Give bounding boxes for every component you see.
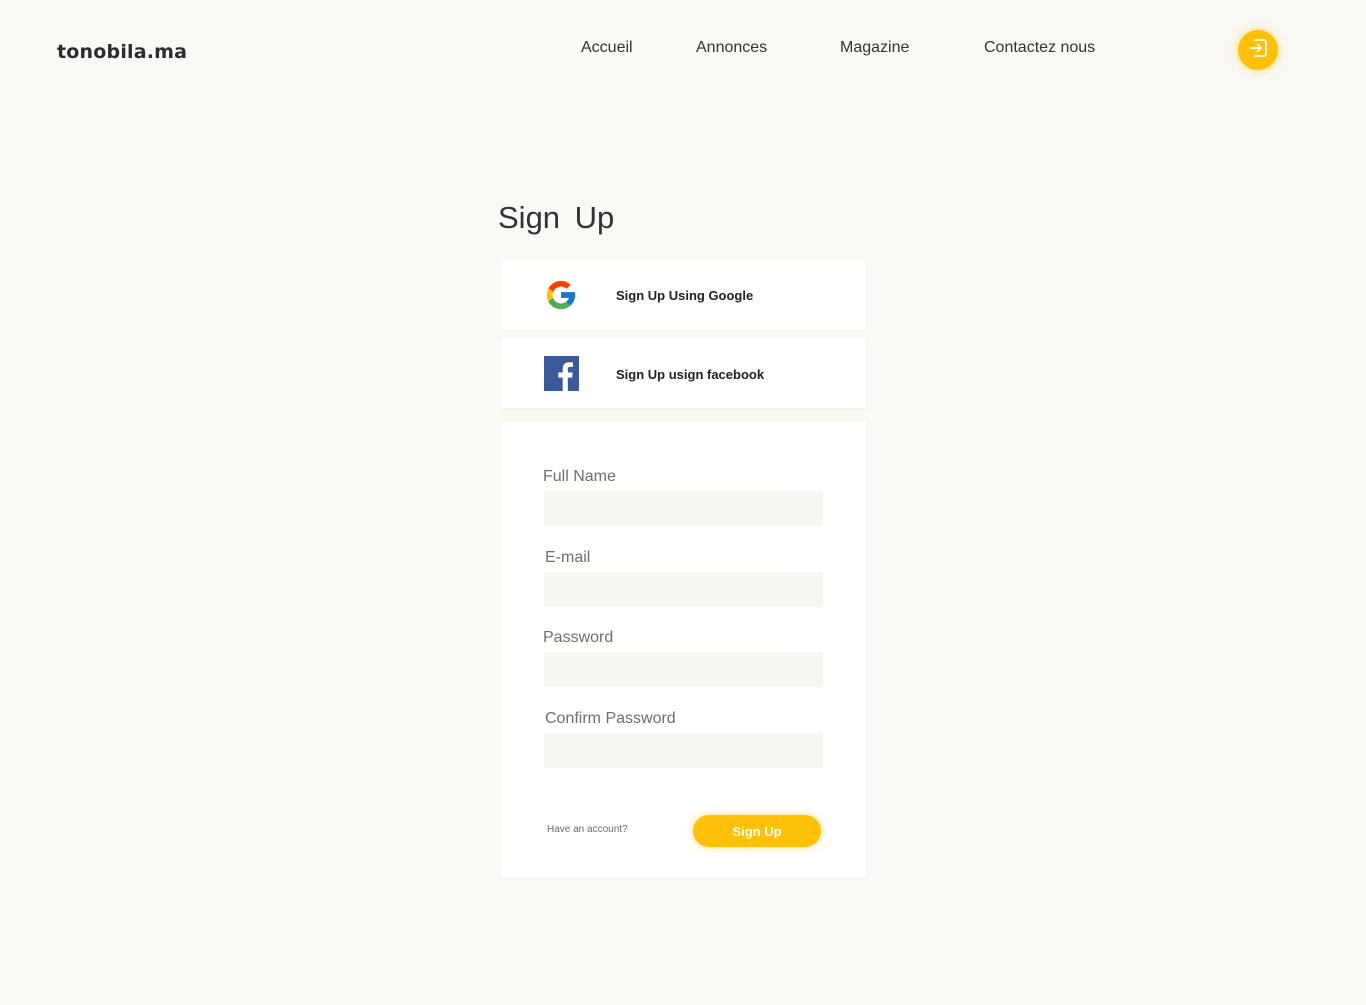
facebook-signup-label: Sign Up usign facebook — [616, 367, 765, 382]
confirm-password-field[interactable] — [544, 733, 823, 768]
facebook-icon — [544, 356, 579, 396]
have-account-link[interactable]: Have an account? — [547, 824, 628, 835]
nav-item-contactez-nous[interactable]: Contactez nous — [984, 39, 1095, 57]
nav-item-annonces[interactable]: Annonces — [696, 39, 767, 57]
password-field[interactable] — [544, 652, 823, 687]
facebook-signup-button[interactable]: Sign Up usign facebook — [501, 338, 866, 408]
google-signup-button[interactable]: Sign Up Using Google — [501, 260, 866, 330]
nav-item-magazine[interactable]: Magazine — [840, 39, 909, 57]
password-label: Password — [543, 629, 614, 646]
full-name-field[interactable] — [544, 491, 823, 526]
nav-item-accueil[interactable]: Accueil — [581, 39, 633, 57]
full-name-label: Full Name — [543, 468, 616, 485]
login-button[interactable] — [1238, 30, 1278, 70]
page-title: Sign Up — [498, 200, 615, 235]
google-signup-label: Sign Up Using Google — [616, 288, 754, 303]
signup-form: Full Name E-mail Password Confirm Passwo… — [501, 422, 866, 878]
login-icon — [1246, 36, 1270, 65]
signup-submit-button[interactable]: Sign Up — [693, 815, 821, 847]
google-icon — [544, 278, 578, 317]
brand-logo[interactable]: tonobila.ma — [57, 41, 187, 63]
email-field[interactable] — [544, 572, 823, 607]
page: tonobila.ma Accueil Annonces Magazine Co… — [0, 0, 1366, 1005]
email-label: E-mail — [545, 549, 591, 566]
confirm-password-label: Confirm Password — [545, 710, 676, 727]
